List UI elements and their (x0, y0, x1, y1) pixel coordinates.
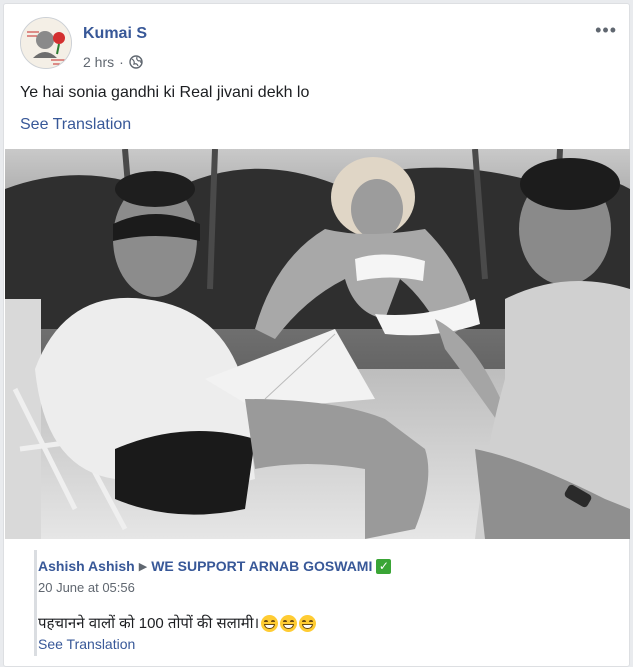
post-card: Kumai S 2 hrs · ••• Ye hai sonia gandhi … (3, 3, 630, 667)
photo-image (5, 149, 630, 539)
shared-post: Ashish Ashish ▶ WE SUPPORT ARNAB GOSWAMI… (34, 550, 618, 656)
post-time[interactable]: 2 hrs (83, 54, 114, 70)
shared-text: पहचानने वालों को 100 तोपों की सलामी। (38, 613, 317, 633)
post-text: Ye hai sonia gandhi ki Real jivani dekh … (20, 84, 310, 101)
see-translation-link[interactable]: See Translation (20, 116, 131, 134)
author-avatar[interactable] (20, 17, 72, 69)
post-photo[interactable] (5, 149, 630, 539)
author-name[interactable]: Kumai S (83, 25, 147, 43)
grinning-emoji-icon (299, 614, 317, 632)
grinning-emoji-icon (261, 614, 279, 632)
post-meta: 2 hrs · (83, 54, 143, 70)
globe-icon[interactable] (129, 55, 143, 69)
more-options-icon[interactable]: ••• (595, 20, 617, 41)
shared-see-translation-link[interactable]: See Translation (38, 636, 135, 652)
arrow-right-icon: ▶ (138, 560, 148, 573)
shared-target-group[interactable]: WE SUPPORT ARNAB GOSWAMI (151, 558, 372, 574)
shared-author-line: Ashish Ashish ▶ WE SUPPORT ARNAB GOSWAMI… (38, 558, 392, 574)
shared-text-content: पहचानने वालों को 100 तोपों की सलामी। (38, 615, 260, 632)
meta-separator: · (119, 54, 124, 70)
check-mark-icon: ✓ (376, 558, 392, 574)
shared-date[interactable]: 20 June at 05:56 (38, 580, 135, 595)
avatar-image (21, 18, 71, 68)
grinning-emoji-icon (280, 614, 298, 632)
shared-author-name[interactable]: Ashish Ashish (38, 558, 135, 574)
